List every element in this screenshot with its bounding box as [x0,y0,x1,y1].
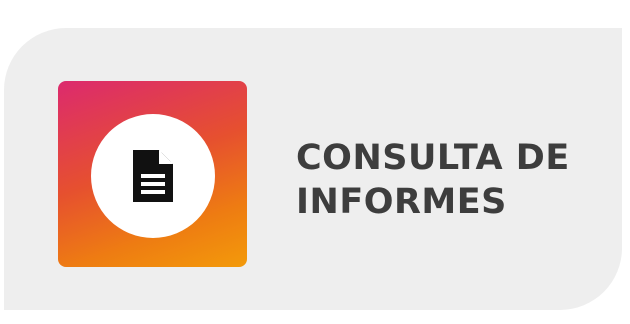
document-icon [133,150,173,202]
card-title-line-2: INFORMES [296,182,507,222]
icon-tile[interactable] [58,81,247,267]
icon-circle [91,114,215,238]
card-title[interactable]: CONSULTA DE INFORMES [296,136,570,224]
card-title-line-1: CONSULTA DE [296,138,570,178]
